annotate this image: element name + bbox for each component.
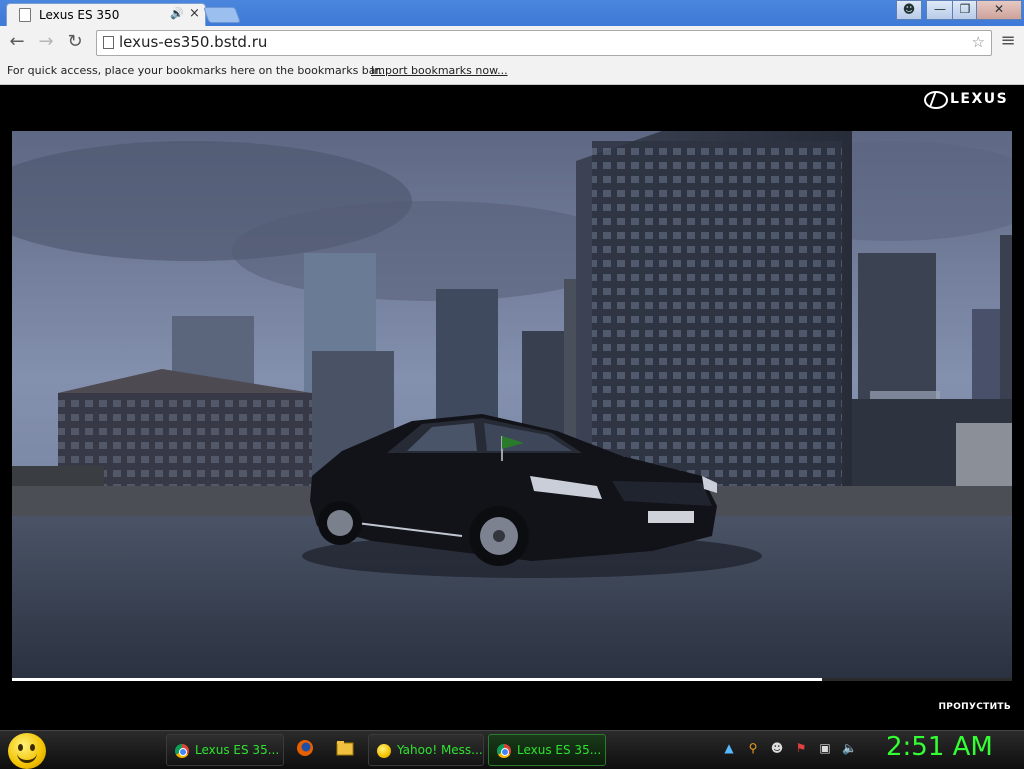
page-icon (19, 8, 31, 22)
close-icon: ✕ (993, 2, 1005, 16)
new-tab-button[interactable] (203, 7, 241, 23)
taskbar-button-label: Lexus ES 35... (195, 743, 280, 757)
reload-button[interactable]: ↻ (63, 30, 87, 54)
audio-playing-icon[interactable]: 🔊 (170, 7, 184, 20)
hamburger-menu-icon: ≡ (1000, 30, 1016, 51)
lexus-emblem-icon (924, 91, 948, 109)
folder-icon[interactable] (336, 739, 354, 757)
address-bar[interactable]: ☆ (96, 30, 992, 56)
action-center-flag-icon[interactable]: ⚑ (794, 741, 808, 755)
taskbar-button-chrome-1[interactable]: Lexus ES 35... (166, 734, 284, 766)
close-window-button[interactable]: ✕ (976, 0, 1022, 20)
video-player[interactable] (12, 131, 1012, 680)
video-frame (12, 131, 1012, 680)
taskbar-clock[interactable]: 2:51 AM (886, 732, 993, 762)
chrome-icon (175, 743, 189, 758)
tab-close-icon[interactable]: × (189, 6, 200, 21)
browser-titlebar: Lexus ES 350 🔊 × ☻ — ❐ ✕ (0, 0, 1024, 27)
video-progress-fill (12, 678, 822, 681)
taskbar-button-label: Lexus ES 35... (517, 743, 602, 757)
reload-icon: ↻ (67, 31, 83, 52)
back-button[interactable]: ← (5, 30, 29, 54)
import-bookmarks-link[interactable]: Import bookmarks now... (371, 64, 508, 77)
page-icon (103, 36, 114, 49)
chrome-menu-button[interactable]: ≡ (998, 31, 1018, 51)
url-input[interactable] (119, 32, 939, 52)
user-icon: ☻ (902, 2, 916, 16)
lexus-logo[interactable]: LEXUS (924, 90, 1014, 110)
forward-button[interactable]: → (34, 30, 58, 54)
arrow-left-icon: ← (9, 31, 25, 52)
skip-button[interactable]: ПРОПУСТИТЬ (938, 702, 1011, 712)
lexus-wordmark: LEXUS (950, 91, 1009, 107)
start-smiley-icon[interactable] (8, 733, 46, 769)
network-icon[interactable]: ▣ (818, 741, 832, 755)
network-drop-icon[interactable]: ▲ (722, 741, 736, 755)
search-icon[interactable]: ⚲ (746, 741, 760, 755)
bookmark-star-icon[interactable]: ☆ (972, 33, 985, 51)
yahoo-messenger-icon (377, 743, 391, 758)
tab-title: Lexus ES 350 (39, 8, 120, 22)
browser-tab[interactable]: Lexus ES 350 🔊 × (6, 3, 206, 27)
user-profile-button[interactable]: ☻ (896, 0, 922, 20)
bookmarks-bar: For quick access, place your bookmarks h… (0, 58, 1024, 85)
taskbar-button-yahoo[interactable]: Yahoo! Mess... (368, 734, 484, 766)
arrow-right-icon: → (38, 31, 54, 52)
volume-icon[interactable]: 🔈 (842, 741, 857, 755)
messenger-tray-icon[interactable]: ☻ (770, 741, 784, 755)
restore-icon: ❐ (959, 2, 971, 16)
taskbar-button-chrome-2[interactable]: Lexus ES 35... (488, 734, 606, 766)
restore-button[interactable]: ❐ (952, 0, 978, 20)
firefox-icon[interactable] (296, 739, 314, 757)
minimize-button[interactable]: — (926, 0, 954, 20)
web-page: LEXUS ПРОПУСТИТЬ (0, 85, 1024, 730)
chrome-icon (497, 743, 511, 758)
bookmarks-hint-text: For quick access, place your bookmarks h… (7, 64, 383, 77)
browser-toolbar: ← → ↻ ☆ ≡ (0, 26, 1024, 58)
video-progress-bar[interactable] (12, 678, 1012, 681)
minimize-icon: — (934, 2, 946, 16)
taskbar-button-label: Yahoo! Mess... (397, 743, 483, 757)
os-taskbar: Lexus ES 35... Yahoo! Mess... Lexus ES 3… (0, 730, 1024, 769)
